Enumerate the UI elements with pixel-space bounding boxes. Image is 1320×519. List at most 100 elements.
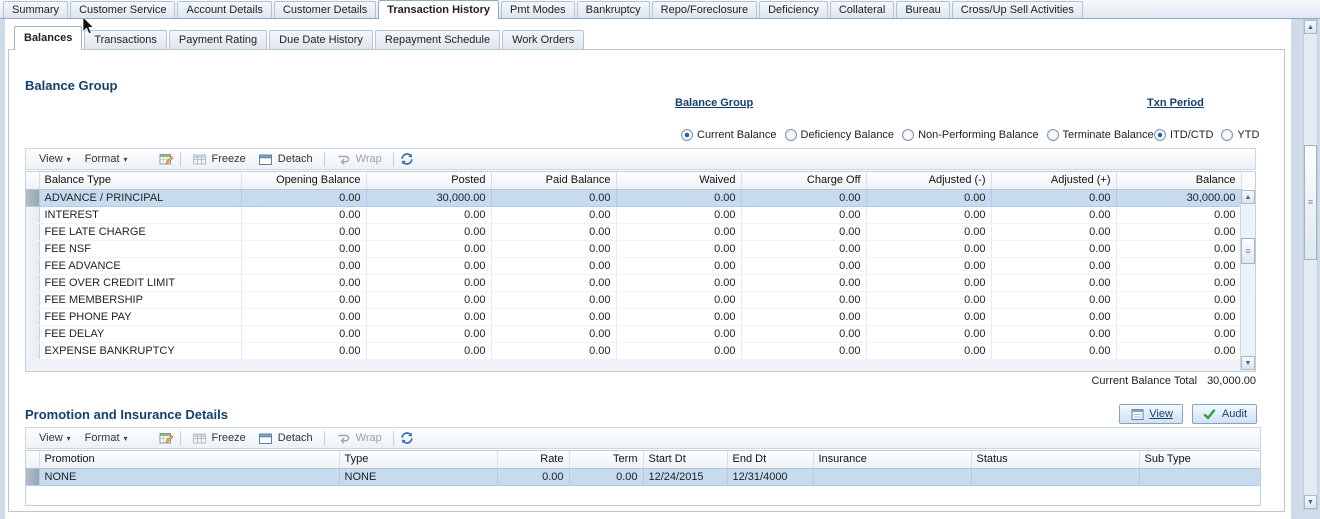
column-header-balance-type[interactable]: Balance Type — [39, 172, 241, 189]
txn-period-radio-ytd[interactable]: YTD — [1221, 129, 1259, 141]
subtab-repayment-schedule[interactable]: Repayment Schedule — [375, 30, 500, 49]
tab-cross-up-sell-activities[interactable]: Cross/Up Sell Activities — [952, 1, 1083, 18]
column-header-rate[interactable]: Rate — [497, 451, 569, 468]
cell-balance-type: FEE DELAY — [39, 325, 241, 342]
detach-button[interactable]: Detach — [252, 428, 319, 448]
row-selector[interactable] — [26, 206, 39, 223]
table-row[interactable]: EXPENSE BANKRUPTCY0.000.000.000.000.000.… — [26, 342, 1241, 359]
row-selector[interactable] — [26, 189, 39, 206]
tab-collateral[interactable]: Collateral — [830, 1, 894, 18]
scrollbar-thumb[interactable]: ≡ — [1241, 238, 1255, 264]
audit-button[interactable]: Audit — [1192, 404, 1257, 424]
txn-period-radio-itd-ctd[interactable]: ITD/CTD — [1154, 129, 1213, 141]
row-selector[interactable] — [26, 240, 39, 257]
scroll-up-icon[interactable]: ▲ — [1304, 20, 1317, 34]
view-button[interactable]: View — [1119, 404, 1183, 424]
subtab-balances[interactable]: Balances — [14, 26, 82, 50]
column-header-type[interactable]: Type — [339, 451, 497, 468]
tab-account-details[interactable]: Account Details — [177, 1, 271, 18]
column-header-adjusted[interactable]: Adjusted (+) — [991, 172, 1116, 189]
cell-adjusted: 0.00 — [866, 189, 991, 206]
scroll-down-icon[interactable]: ▼ — [1304, 495, 1317, 509]
balance-group-radio-deficiency-balance[interactable]: Deficiency Balance — [785, 129, 895, 141]
format-menu[interactable]: Format▾ — [78, 430, 135, 446]
cell-term: 0.00 — [569, 468, 643, 485]
row-selector[interactable] — [26, 308, 39, 325]
tab-repo-foreclosure[interactable]: Repo/Foreclosure — [652, 1, 757, 18]
radio-button-icon — [785, 129, 797, 141]
freeze-button[interactable]: Freeze — [186, 149, 252, 169]
column-header-end-dt[interactable]: End Dt — [727, 451, 813, 468]
column-header-promotion[interactable]: Promotion — [39, 451, 339, 468]
balance-group-radio-current-balance[interactable]: Current Balance — [681, 129, 777, 141]
column-header-opening-balance[interactable]: Opening Balance — [241, 172, 366, 189]
table-row[interactable]: FEE MEMBERSHIP0.000.000.000.000.000.000.… — [26, 291, 1241, 308]
column-header-status[interactable]: Status — [971, 451, 1139, 468]
row-selector[interactable] — [26, 325, 39, 342]
table-row[interactable]: INTEREST0.000.000.000.000.000.000.000.00 — [26, 206, 1241, 223]
column-header-insurance[interactable]: Insurance — [813, 451, 971, 468]
chevron-down-icon: ▾ — [67, 155, 71, 164]
column-header-balance[interactable]: Balance — [1116, 172, 1241, 189]
refresh-icon[interactable] — [399, 151, 415, 167]
txn-period-label: Txn Period — [1147, 97, 1204, 109]
column-header-charge-off[interactable]: Charge Off — [741, 172, 866, 189]
table-row[interactable]: FEE OVER CREDIT LIMIT0.000.000.000.000.0… — [26, 274, 1241, 291]
column-header-adjusted[interactable]: Adjusted (-) — [866, 172, 991, 189]
balance-group-radio-non-performing-balance[interactable]: Non-Performing Balance — [902, 129, 1038, 141]
cell-waived: 0.00 — [616, 274, 741, 291]
detach-button[interactable]: Detach — [252, 149, 319, 169]
column-header-paid-balance[interactable]: Paid Balance — [491, 172, 616, 189]
column-header-term[interactable]: Term — [569, 451, 643, 468]
table-row[interactable]: FEE NSF0.000.000.000.000.000.000.000.00 — [26, 240, 1241, 257]
row-selector[interactable] — [26, 291, 39, 308]
row-selector[interactable] — [26, 223, 39, 240]
cell-posted: 0.00 — [366, 308, 491, 325]
toolbar-separator — [324, 152, 325, 167]
scroll-up-icon[interactable]: ▲ — [1241, 190, 1255, 204]
table-row[interactable]: FEE DELAY0.000.000.000.000.000.000.000.0… — [26, 325, 1241, 342]
subtab-transactions[interactable]: Transactions — [84, 30, 167, 49]
table-row[interactable]: FEE ADVANCE0.000.000.000.000.000.000.000… — [26, 257, 1241, 274]
balance-group-radio-terminate-balance[interactable]: Terminate Balance — [1047, 129, 1154, 141]
scroll-down-icon[interactable]: ▼ — [1241, 356, 1255, 370]
table-row[interactable]: FEE PHONE PAY0.000.000.000.000.000.000.0… — [26, 308, 1241, 325]
subtab-due-date-history[interactable]: Due Date History — [269, 30, 373, 49]
cell-adjusted: 0.00 — [991, 325, 1116, 342]
column-header-waived[interactable]: Waived — [616, 172, 741, 189]
cell-adjusted: 0.00 — [991, 257, 1116, 274]
tab-bureau[interactable]: Bureau — [896, 1, 949, 18]
page-scrollbar[interactable]: ▲ ≡ ▼ — [1303, 19, 1318, 510]
row-selector[interactable] — [26, 274, 39, 291]
column-header-start-dt[interactable]: Start Dt — [643, 451, 727, 468]
cell-balance: 0.00 — [1116, 325, 1241, 342]
freeze-icon — [192, 430, 208, 446]
tab-bankruptcy[interactable]: Bankruptcy — [577, 1, 650, 18]
refresh-icon[interactable] — [399, 430, 415, 446]
export-icon[interactable] — [159, 430, 175, 446]
table-row[interactable]: NONENONE0.000.0012/24/201512/31/4000 — [26, 468, 1260, 485]
table-row[interactable]: FEE LATE CHARGE0.000.000.000.000.000.000… — [26, 223, 1241, 240]
view-menu[interactable]: View▾ — [32, 430, 78, 446]
column-header-posted[interactable]: Posted — [366, 172, 491, 189]
freeze-button[interactable]: Freeze — [186, 428, 252, 448]
column-header-sub-type[interactable]: Sub Type — [1139, 451, 1260, 468]
tab-deficiency[interactable]: Deficiency — [759, 1, 828, 18]
tab-pmt-modes[interactable]: Pmt Modes — [501, 1, 575, 18]
cell-charge-off: 0.00 — [741, 189, 866, 206]
export-icon[interactable] — [159, 151, 175, 167]
row-selector[interactable] — [26, 468, 39, 485]
table-row[interactable]: ADVANCE / PRINCIPAL0.0030,000.000.000.00… — [26, 189, 1241, 206]
balances-table-scrollbar[interactable]: ▲ ≡ ▼ — [1240, 190, 1254, 370]
subtab-work-orders[interactable]: Work Orders — [502, 30, 584, 49]
tab-transaction-history[interactable]: Transaction History — [378, 0, 499, 19]
subtab-payment-rating[interactable]: Payment Rating — [169, 30, 267, 49]
format-menu[interactable]: Format▾ — [78, 151, 135, 167]
row-selector[interactable] — [26, 342, 39, 359]
tab-customer-details[interactable]: Customer Details — [274, 1, 376, 18]
cell-paid-balance: 0.00 — [491, 342, 616, 359]
view-menu[interactable]: View▾ — [32, 151, 78, 167]
tab-summary[interactable]: Summary — [3, 1, 68, 18]
scrollbar-thumb[interactable]: ≡ — [1304, 145, 1317, 260]
row-selector[interactable] — [26, 257, 39, 274]
